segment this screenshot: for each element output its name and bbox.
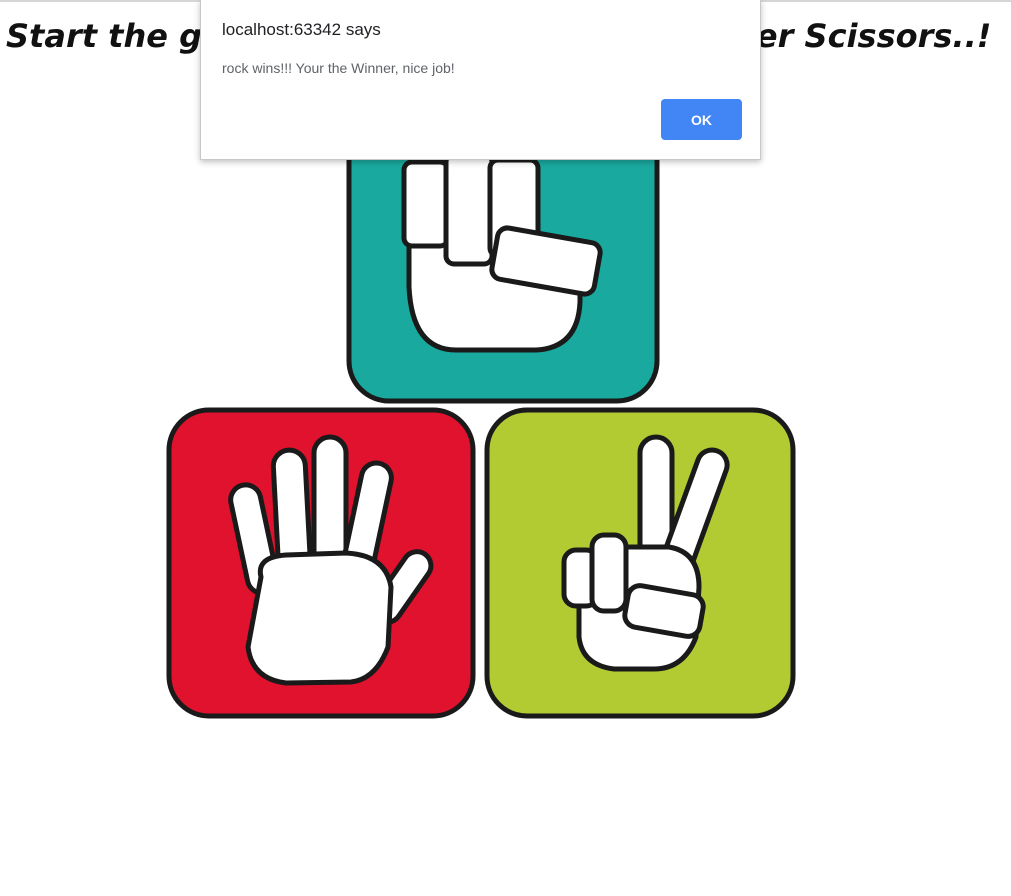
alert-dialog-message: rock wins!!! Your the Winner, nice job! — [222, 60, 455, 76]
scissors-choice-button[interactable] — [484, 407, 796, 719]
paper-hand-icon — [166, 407, 476, 719]
paper-choice-button[interactable] — [166, 407, 476, 719]
ok-button[interactable]: OK — [661, 99, 742, 140]
scissors-hand-icon — [484, 407, 796, 719]
page-heading-right: per Scissors..! — [733, 17, 992, 55]
alert-dialog: localhost:63342 says rock wins!!! Your t… — [200, 0, 761, 160]
alert-dialog-title: localhost:63342 says — [222, 20, 381, 39]
